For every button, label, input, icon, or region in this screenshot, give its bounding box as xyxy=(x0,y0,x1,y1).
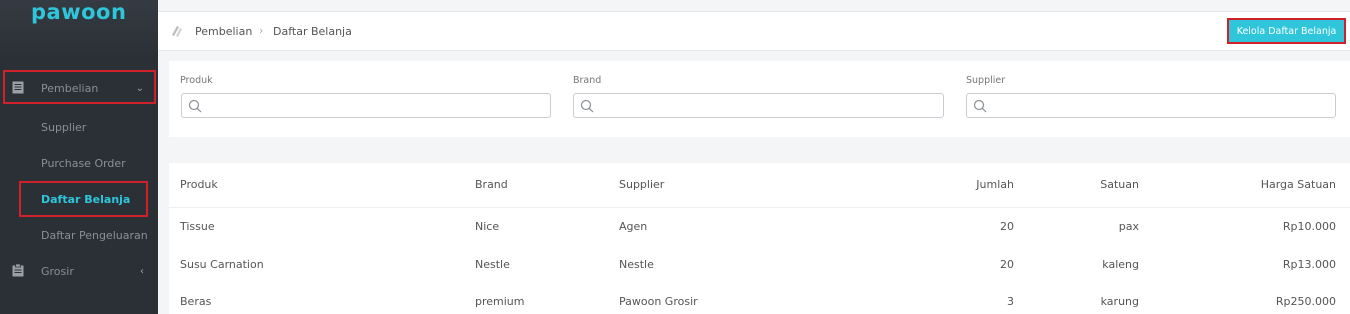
cell-brand: Nestle xyxy=(475,258,510,271)
sidebar-item-label: Grosir xyxy=(41,264,74,278)
cell-supplier: Agen xyxy=(619,220,648,233)
search-icon xyxy=(973,99,987,113)
filter-panel: Produk Brand Supplier xyxy=(169,61,1350,137)
sidebar-item-daftar-pengeluaran[interactable]: Daftar Pengeluaran xyxy=(0,228,158,242)
column-header-produk[interactable]: Produk xyxy=(180,178,218,191)
cell-supplier: Pawoon Grosir xyxy=(619,295,698,308)
cell-brand: Nice xyxy=(475,220,500,233)
cell-harga-satuan: Rp13.000 xyxy=(1282,258,1336,271)
chevron-left-icon: ‹ xyxy=(140,265,144,277)
sidebar-item-grosir[interactable]: Grosir ‹ xyxy=(0,254,158,288)
produk-filter-label: Produk xyxy=(180,75,213,86)
sidebar-item-purchase-order[interactable]: Purchase Order xyxy=(0,156,158,170)
sidebar: pawoon Pembelian ⌄ Supplier Purchase Ord… xyxy=(0,0,158,314)
brand-search-input[interactable] xyxy=(573,93,944,118)
chevron-right-icon: › xyxy=(259,24,264,37)
cell-supplier: Nestle xyxy=(619,258,654,271)
cell-produk: Susu Carnation xyxy=(180,258,264,271)
cell-brand: premium xyxy=(475,295,525,308)
column-header-harga-satuan[interactable]: Harga Satuan xyxy=(1216,178,1336,191)
cell-produk: Beras xyxy=(180,295,212,308)
sidebar-item-label: Purchase Order xyxy=(41,156,126,170)
search-icon xyxy=(580,99,594,113)
top-bar: Pembelian › Daftar Belanja Kelola Daftar… xyxy=(158,11,1350,51)
divider xyxy=(169,207,1350,208)
column-header-supplier[interactable]: Supplier xyxy=(619,178,664,191)
cell-satuan: kaleng xyxy=(1102,258,1139,271)
shopping-list-table: Produk Brand Supplier Jumlah Satuan Harg… xyxy=(169,163,1350,314)
cell-produk: Tissue xyxy=(180,220,215,233)
column-header-brand[interactable]: Brand xyxy=(475,178,508,191)
produk-search-input[interactable] xyxy=(181,93,551,118)
search-icon xyxy=(188,99,202,113)
logo-area: pawoon xyxy=(0,0,158,58)
sidebar-item-label: Daftar Pengeluaran xyxy=(41,228,148,242)
app-logo[interactable]: pawoon xyxy=(31,0,126,24)
column-header-jumlah[interactable]: Jumlah xyxy=(914,178,1014,191)
cell-jumlah: 20 xyxy=(1000,220,1014,233)
sidebar-item-label: Supplier xyxy=(41,120,87,134)
brand-filter-label: Brand xyxy=(573,75,602,86)
book-icon xyxy=(172,26,182,37)
highlight-box-pembelian xyxy=(3,70,156,104)
kelola-daftar-belanja-button[interactable]: Kelola Daftar Belanja xyxy=(1227,18,1346,44)
sidebar-item-supplier[interactable]: Supplier xyxy=(0,120,158,134)
cell-satuan: karung xyxy=(1100,295,1139,308)
cell-harga-satuan: Rp10.000 xyxy=(1282,220,1336,233)
column-header-satuan[interactable]: Satuan xyxy=(1039,178,1139,191)
highlight-box-daftar-belanja xyxy=(19,181,148,217)
clipboard-icon xyxy=(12,264,24,277)
supplier-search-input[interactable] xyxy=(966,93,1336,118)
cell-jumlah: 3 xyxy=(1007,295,1014,308)
cell-jumlah: 20 xyxy=(1000,258,1014,271)
supplier-filter-label: Supplier xyxy=(966,75,1006,86)
breadcrumb-item-pembelian[interactable]: Pembelian xyxy=(195,25,252,38)
cell-harga-satuan: Rp250.000 xyxy=(1275,295,1336,308)
cell-satuan: pax xyxy=(1118,220,1139,233)
breadcrumb-item-daftar-belanja: Daftar Belanja xyxy=(273,25,352,38)
